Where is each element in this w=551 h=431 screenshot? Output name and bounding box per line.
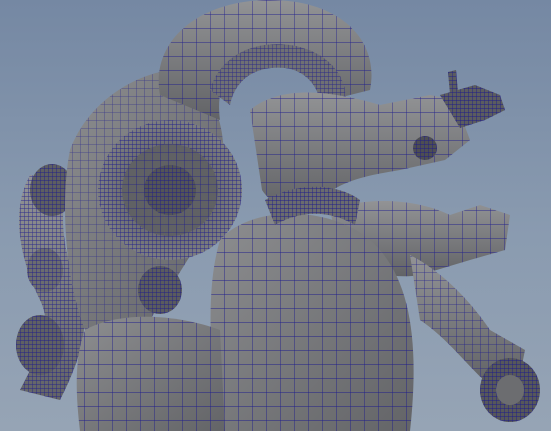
mechanical-heart-model[interactable] (0, 0, 551, 431)
3d-viewport[interactable] (0, 0, 551, 431)
upper-right-pipe (250, 70, 505, 209)
